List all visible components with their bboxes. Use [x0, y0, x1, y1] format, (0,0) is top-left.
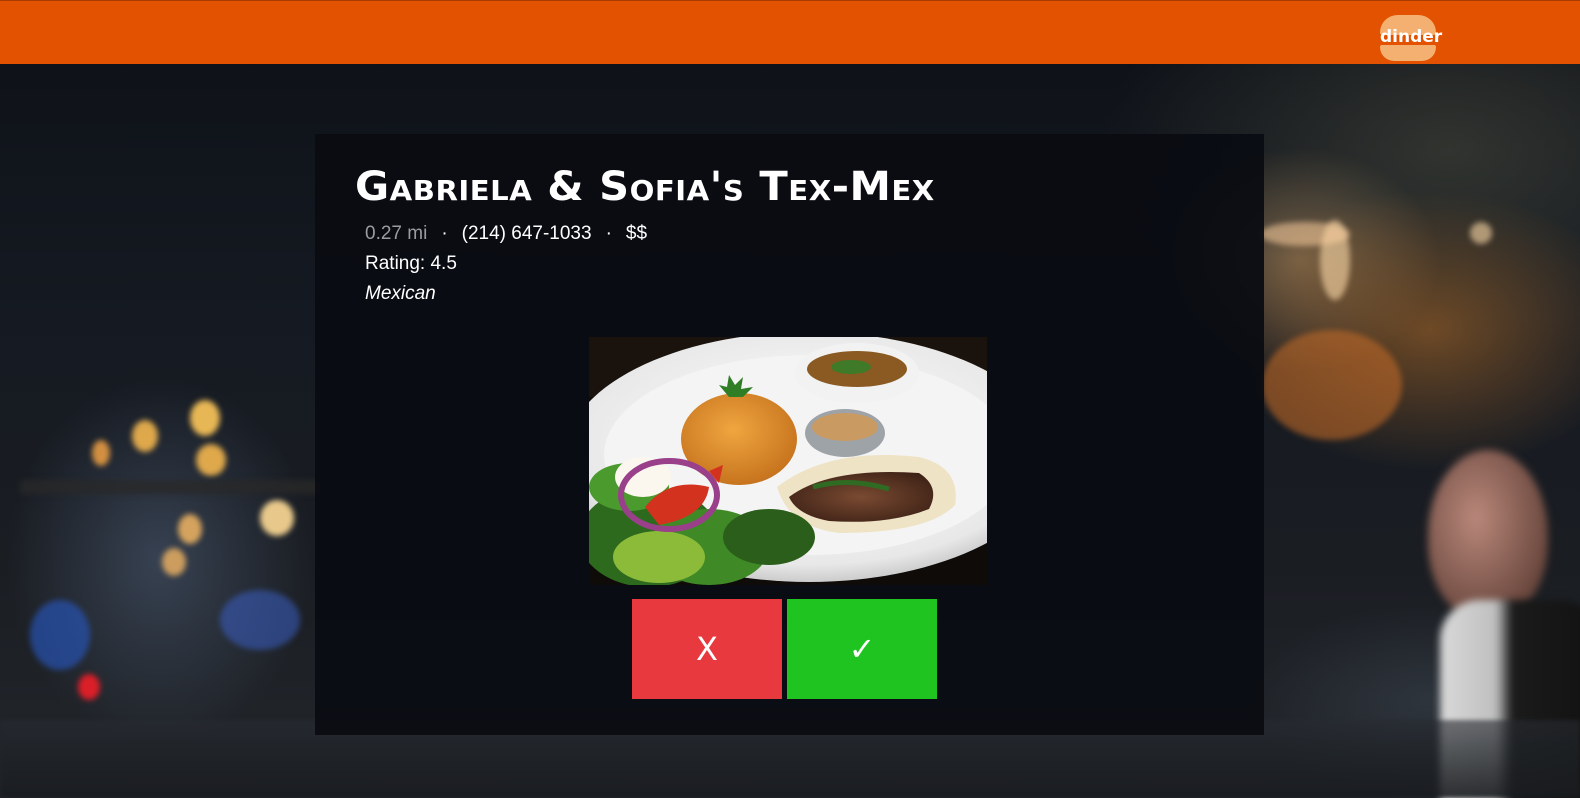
bokeh-light — [1470, 222, 1492, 244]
restaurant-meta: 0.27 mi · (214) 647-1033 · $$ — [365, 220, 647, 248]
bokeh-light — [1260, 222, 1350, 246]
bokeh-light — [220, 590, 300, 650]
logo-text: dinder — [1380, 27, 1443, 47]
restaurant-card: Gabriela & Sofia's Tex-Mex 0.27 mi · (214)… — [315, 134, 1264, 735]
bokeh-light — [196, 444, 226, 476]
bokeh-light — [178, 514, 202, 544]
page: dinder Gabriela & Sofia's Tex-Mex 0.27 m… — [0, 0, 1580, 798]
bokeh-light — [162, 548, 186, 576]
burger-bun-bottom-icon — [1380, 45, 1436, 61]
reject-button[interactable]: X — [632, 599, 782, 699]
bokeh-light — [132, 420, 158, 452]
distance: 0.27 mi — [365, 223, 428, 244]
price-level: $$ — [625, 223, 648, 244]
chef-head — [1428, 450, 1548, 620]
dinder-logo[interactable]: dinder — [1380, 15, 1443, 61]
rating: Rating: 4.5 — [365, 253, 457, 274]
meta-separator: · — [441, 223, 448, 244]
bokeh-light — [30, 600, 90, 670]
restaurant-name: Gabriela & Sofia's Tex-Mex — [355, 164, 935, 210]
bokeh-light — [190, 400, 220, 436]
top-bar: dinder — [0, 0, 1580, 64]
bokeh-light — [92, 440, 110, 466]
food-plate-photo-icon — [589, 337, 987, 585]
bokeh-light — [1262, 330, 1402, 440]
bokeh-light — [78, 674, 100, 700]
phone-number: (214) 647-1033 — [461, 223, 592, 244]
shelf — [20, 480, 320, 494]
bokeh-light — [260, 500, 294, 536]
restaurant-photo — [589, 337, 987, 585]
accept-button[interactable]: ✓ — [787, 599, 937, 699]
meta-separator: · — [605, 223, 612, 244]
cuisine: Mexican — [365, 283, 436, 304]
